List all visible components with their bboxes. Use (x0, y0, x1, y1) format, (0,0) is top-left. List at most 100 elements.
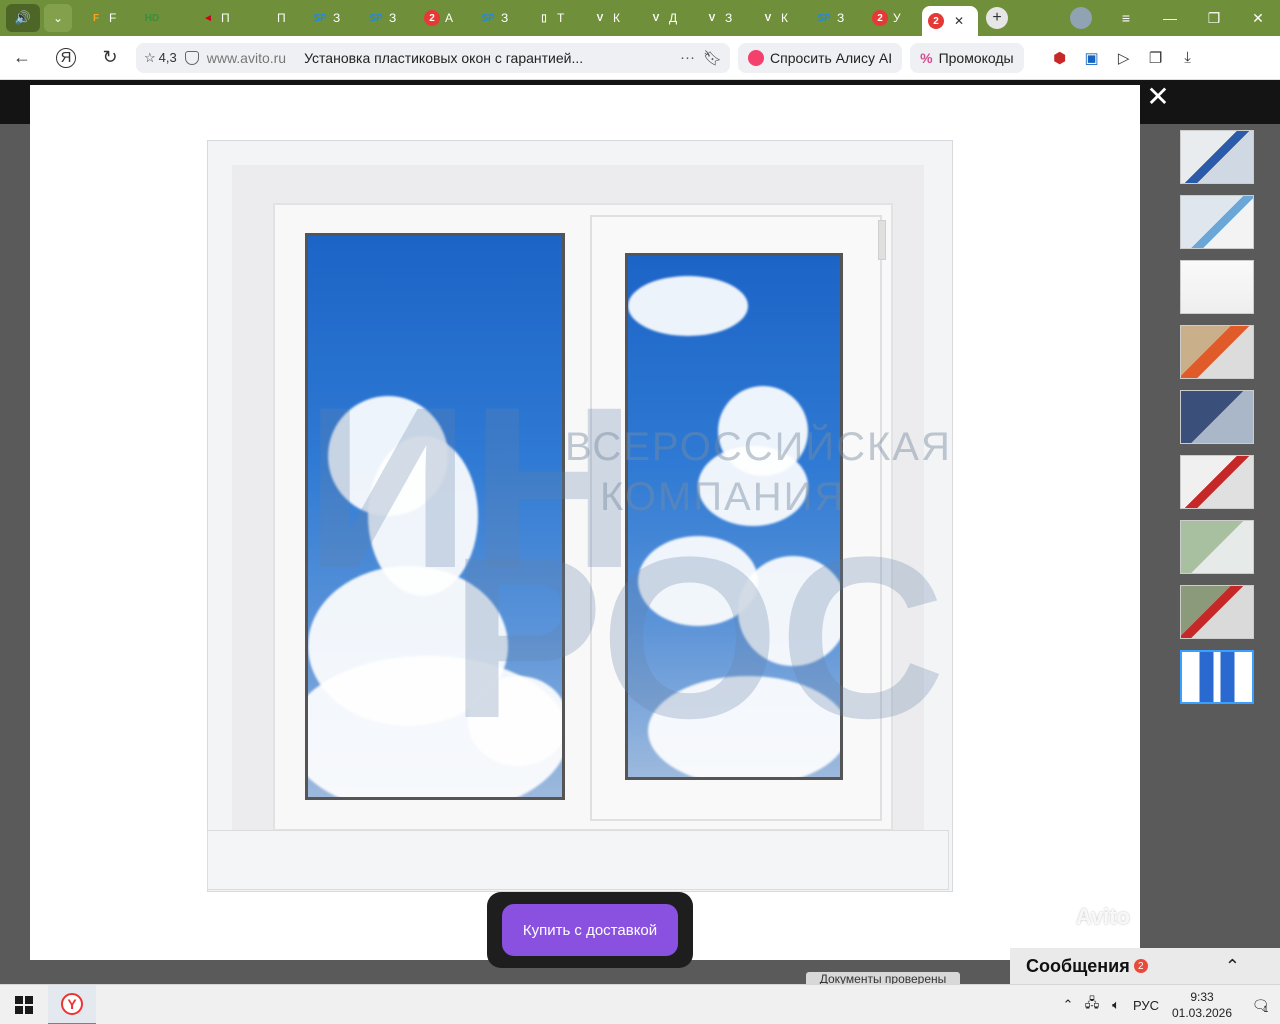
collections-icon[interactable]: ❐ (1140, 42, 1172, 74)
shield-icon[interactable] (184, 50, 199, 65)
tab-title: П (277, 11, 286, 25)
restore-button[interactable]: ❐ (1192, 0, 1236, 36)
back-button[interactable]: ← (0, 36, 44, 80)
logo-watermark-2: РОС (450, 509, 946, 766)
system-tray: ⌃ 🖧︎ 🔈︎ РУС 9:33 01.03.2026 🗨︎ 1 (1056, 985, 1280, 1024)
gallery-thumbnail[interactable] (1180, 390, 1254, 444)
tab-close-icon[interactable]: ✕ (954, 14, 964, 28)
minimize-button[interactable]: — (1148, 0, 1192, 36)
browser-tab[interactable]: SP З (810, 3, 866, 33)
browser-tab[interactable]: FF (82, 3, 138, 33)
tab-title: У (893, 11, 901, 25)
network-icon[interactable]: 🖧︎ (1080, 994, 1104, 1016)
new-tab-button[interactable]: + (986, 7, 1008, 29)
gallery-thumbnail[interactable] (1180, 455, 1254, 509)
tab-title: З (333, 11, 341, 25)
tab-favicon-icon: SP (817, 12, 831, 24)
profile-avatar[interactable] (1070, 7, 1092, 29)
watermark-line-2: КОМПАНИЯ (600, 475, 846, 519)
browser-tab[interactable]: 2У (866, 3, 922, 33)
volume-icon[interactable]: 🔈︎ (1104, 997, 1128, 1013)
close-window-button[interactable]: ✕ (1236, 0, 1280, 36)
buy-button-container: Купить с доставкой (487, 892, 693, 968)
browser-tab[interactable]: VК (754, 3, 810, 33)
address-bar[interactable]: ☆ 4,3 www.avito.ru Установка пластиковых … (136, 42, 730, 73)
browser-tab[interactable]: SP З (474, 3, 530, 33)
tab-favicon-icon: SP (313, 12, 327, 24)
tab-favicon-icon: V (652, 12, 660, 24)
speaker-icon: 🔊 (14, 10, 32, 25)
browser-tab[interactable]: ▯ Т (530, 3, 586, 33)
tab-title: З (389, 11, 397, 25)
window-controls: ≡ — ❐ ✕ (1070, 0, 1280, 36)
gallery-thumbnail[interactable] (1180, 195, 1254, 249)
reload-button[interactable]: ↻ (88, 36, 132, 80)
browser-tab[interactable]: VЗ (698, 3, 754, 33)
tab-favicon-icon: F (92, 12, 100, 24)
gallery-thumbnail[interactable] (1180, 650, 1254, 704)
tab-favicon-icon: 2 (872, 10, 888, 26)
browser-tab[interactable]: П (250, 3, 306, 33)
watermark-line-1: ВСЕРОССИЙСКАЯ (565, 425, 952, 469)
tray-overflow-icon[interactable]: ⌃ (1056, 997, 1080, 1013)
messages-panel[interactable]: Сообщения 2 ⌃ (1010, 948, 1280, 984)
gallery-thumbnail[interactable] (1180, 130, 1254, 184)
start-button[interactable] (0, 985, 48, 1024)
browser-tab[interactable]: SP З (306, 3, 362, 33)
yandex-browser-icon: Y (61, 992, 83, 1015)
tab-title: П (221, 11, 230, 25)
image-viewer[interactable]: ИН РОС ВСЕРОССИЙСКАЯ КОМПАНИЯ Avito (30, 85, 1140, 960)
browser-tab[interactable]: VД (642, 3, 698, 33)
clock-date: 01.03.2026 (1171, 1006, 1233, 1020)
url-domain[interactable]: www.avito.ru (207, 50, 286, 66)
page-title[interactable]: Установка пластиковых окон с гарантией..… (304, 50, 672, 66)
tab-favicon-icon (256, 10, 272, 26)
window-handle (878, 220, 886, 260)
download-icon[interactable]: ⤓ (1172, 42, 1204, 74)
tab-favicon-icon: 2 (928, 13, 944, 29)
browser-tab[interactable]: 2 ✕ (922, 6, 978, 36)
language-indicator[interactable]: РУС (1128, 998, 1164, 1013)
gallery-thumbnail[interactable] (1180, 520, 1254, 574)
buy-with-delivery-button[interactable]: Купить с доставкой (502, 904, 678, 956)
tab-favicon-icon: SP (481, 12, 495, 24)
browser-tab[interactable]: VК (586, 3, 642, 33)
media-player-icon[interactable]: ▷ (1108, 42, 1140, 74)
browser-menu-button[interactable]: ≡ (1104, 0, 1148, 36)
star-icon: ☆ (144, 49, 156, 65)
browser-tab[interactable]: HD (138, 3, 194, 33)
site-rating[interactable]: ☆ 4,3 (144, 50, 177, 66)
bookmark-icon[interactable]: 🔖︎ (703, 49, 722, 67)
window-sill (207, 830, 949, 890)
tab-audio-button[interactable]: 🔊 (6, 4, 40, 32)
browser-tab[interactable]: SP З (362, 3, 418, 33)
chevron-up-icon[interactable]: ⌃ (1225, 956, 1240, 977)
browser-tab[interactable]: ◄ П (194, 3, 250, 33)
browser-tab[interactable]: 2А (418, 3, 474, 33)
gallery-thumbnail[interactable] (1180, 325, 1254, 379)
tab-title: А (445, 11, 454, 25)
tab-favicon-icon: 2 (424, 10, 440, 26)
taskbar-yandex-browser[interactable]: Y (48, 984, 96, 1024)
avito-watermark: Avito (1075, 904, 1130, 929)
more-options-button[interactable]: ··· (680, 49, 695, 66)
tab-favicon-icon: HD (144, 12, 160, 24)
gallery-thumbnail[interactable] (1180, 260, 1254, 314)
clock-time: 9:33 (1190, 990, 1214, 1004)
tab-title: З (837, 11, 845, 25)
browser-toolbar: ← Я ↻ ☆ 4,3 www.avito.ru Установка пласти… (0, 36, 1280, 80)
ask-alice-button[interactable]: Спросить Алису AI (738, 42, 903, 73)
chevron-down-icon: ⌄ (52, 11, 64, 25)
clock[interactable]: 9:33 01.03.2026 (1164, 989, 1240, 1021)
tab-favicon-icon: V (764, 12, 772, 24)
tab-list-button[interactable]: ⌄ (44, 4, 72, 32)
close-viewer-button[interactable]: ✕ (1144, 83, 1172, 112)
gallery-thumbnail[interactable] (1180, 585, 1254, 639)
tab-favicon-icon: SP (369, 12, 383, 24)
promo-codes-button[interactable]: % Промокоды (910, 42, 1024, 73)
yandex-home-button[interactable]: Я (56, 47, 76, 68)
extension-shield-icon[interactable]: ⬢ (1044, 42, 1076, 74)
extension-translate-icon[interactable]: ▣ (1076, 42, 1108, 74)
notifications-button[interactable]: 🗨︎ 1 (1240, 985, 1280, 1024)
thumbnail-strip (1180, 130, 1256, 715)
